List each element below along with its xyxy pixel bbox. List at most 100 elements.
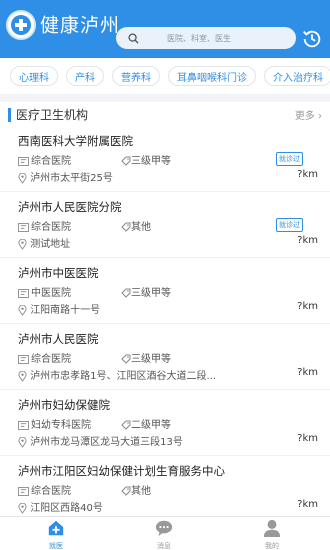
hospital-level: 三级甲等 [121, 284, 171, 299]
hospital-type-icon [18, 222, 29, 232]
level-tag-icon [121, 222, 131, 232]
hospital-type-label: 综合医院 [31, 156, 71, 167]
more-link[interactable]: 更多 › [295, 107, 322, 122]
hospital-distance: ?km [297, 169, 318, 180]
hospital-distance: ?km [297, 499, 318, 510]
hospital-meta: 综合医院 三级甲等 [18, 350, 318, 365]
hospital-level: 其他 [121, 482, 151, 497]
hospital-type-icon [18, 288, 29, 298]
section-header: 医疗卫生机构 更多 › [0, 102, 330, 126]
hospital-location: 测试地址 ?km [18, 235, 318, 250]
search-bar[interactable]: 医院、科室、医生 [116, 27, 296, 49]
hospital-list-item[interactable]: 泸州市中医医院中医医院 三级甲等 江阳南路十一号 ?km [0, 258, 330, 324]
hospital-address-text: 江阳区西路40号 [30, 503, 103, 514]
location-pin-icon [18, 172, 27, 184]
chat-bubble-icon [155, 520, 173, 537]
hospital-name: 泸州市中医医院 [18, 266, 99, 280]
hospital-level-label: 二级甲等 [131, 420, 171, 431]
level-tag-icon [121, 156, 131, 166]
nav-item-messages[interactable]: 消息 [134, 519, 194, 550]
department-tags: 心理科 产科 营养科 耳鼻咽喉科门诊 介入治疗科 [0, 58, 330, 94]
tag-department[interactable]: 心理科 [10, 66, 58, 86]
hospital-address-text: 测试地址 [30, 239, 71, 250]
hospital-type-label: 中医医院 [31, 288, 71, 299]
hospital-level-label: 其他 [131, 222, 151, 233]
hospital-name: 泸州市人民医院 [18, 332, 99, 346]
hospital-level: 二级甲等 [121, 416, 171, 431]
hospital-type: 综合医院 [18, 350, 71, 365]
hospital-list-item[interactable]: 泸州市人民医院分院综合医院 其他 就诊过 测试地址 ?km [0, 192, 330, 258]
level-tag-icon [121, 354, 131, 364]
tag-department[interactable]: 耳鼻咽喉科门诊 [168, 66, 256, 86]
location-pin-icon [18, 436, 27, 448]
level-tag-icon [121, 486, 131, 496]
hospital-level-label: 三级甲等 [131, 288, 171, 299]
hospital-address-text: 泸州市龙马潭区龙马大道三段13号 [30, 437, 183, 448]
hospital-meta: 综合医院 其他 就诊过 [18, 218, 318, 233]
hospital-type: 综合医院 [18, 482, 71, 497]
hospital-distance: ?km [297, 433, 318, 444]
nav-item-profile[interactable]: 我的 [242, 519, 302, 550]
location-pin-icon [18, 370, 27, 382]
hospital-distance: ?km [297, 367, 318, 378]
hospital-type-icon [18, 354, 29, 364]
location-pin-icon [18, 502, 27, 514]
nav-item-medical[interactable]: 就医 [26, 519, 86, 550]
hospital-location: 泸州市龙马潭区龙马大道三段13号 ?km [18, 433, 318, 448]
location-pin-icon [18, 238, 27, 250]
app-header: 健康泸州 医院、科室、医生 [0, 0, 330, 58]
hospital-list: 西南医科大学附属医院 综合医院 三级甲等 就诊过 泸州市太平街25号 ?km 泸州市人民医… [0, 126, 330, 516]
hospital-level-label: 三级甲等 [131, 156, 171, 167]
hospital-address: 测试地址 [18, 235, 70, 250]
hospital-address: 泸州市忠孝路1号、江阳区酒谷大道二段... [18, 367, 216, 382]
hospital-list-item[interactable]: 泸州市江阳区妇幼保健计划生育服务中心综合医院 其他 江阳区西路40号 ?km [0, 456, 330, 516]
hospital-address: 泸州市龙马潭区龙马大道三段13号 [18, 433, 183, 448]
hospital-distance: ?km [297, 235, 318, 246]
hospital-type-icon [18, 156, 29, 166]
hospital-name: 泸州市人民医院分院 [18, 200, 122, 214]
search-icon [128, 32, 139, 44]
location-pin-icon [18, 304, 27, 316]
hospital-level-label: 三级甲等 [131, 354, 171, 365]
hospital-list-item[interactable]: 西南医科大学附属医院综合医院 三级甲等 就诊过 泸州市太平街25号 ?km [0, 126, 330, 192]
nav-label: 就医 [49, 542, 63, 550]
tag-department[interactable]: 介入治疗科 [264, 66, 330, 86]
hospital-name: 西南医科大学附属医院 [18, 134, 133, 148]
section-title: 医疗卫生机构 [16, 108, 89, 122]
hospital-address: 江阳区西路40号 [18, 499, 103, 514]
nav-label: 消息 [157, 542, 171, 550]
search-placeholder: 医院、科室、医生 [167, 33, 231, 43]
hospital-meta: 综合医院 其他 [18, 482, 318, 497]
hospital-type-label: 综合医院 [31, 486, 71, 497]
home-plus-icon [48, 520, 64, 536]
app-title: 健康泸州 [40, 14, 121, 37]
hospital-level: 三级甲等 [121, 350, 171, 365]
hospital-level-label: 其他 [131, 486, 151, 497]
hospital-type: 中医医院 [18, 284, 71, 299]
level-tag-icon [121, 420, 131, 430]
more-label: 更多 [294, 111, 315, 122]
hospital-type: 综合医院 [18, 218, 71, 233]
hospital-type-label: 综合医院 [31, 222, 71, 233]
tag-department[interactable]: 营养科 [112, 66, 160, 86]
section-accent-bar [8, 108, 11, 122]
hospital-list-item[interactable]: 泸州市妇幼保健院 妇幼专科医院 二级甲等 泸州市龙马潭区龙马大道三段13号 ?km [0, 390, 330, 456]
hospital-type-icon [18, 420, 29, 430]
hospital-location: 泸州市太平街25号 ?km [18, 169, 318, 184]
hospital-list-item[interactable]: 泸州市人民医院综合医院 三级甲等 泸州市忠孝路1号、江阳区酒谷大道二段... ?km [0, 324, 330, 390]
hospital-type-label: 综合医院 [31, 354, 71, 365]
history-icon[interactable] [301, 28, 323, 50]
visited-badge: 就诊过 [276, 218, 303, 232]
hospital-meta: 综合医院 三级甲等 就诊过 [18, 152, 318, 167]
hospital-address-text: 泸州市忠孝路1号、江阳区酒谷大道二段... [30, 371, 217, 382]
visited-badge: 就诊过 [276, 152, 303, 166]
nav-label: 我的 [265, 542, 279, 550]
hospital-location: 江阳南路十一号 ?km [18, 301, 318, 316]
tag-department[interactable]: 产科 [66, 66, 104, 86]
bottom-nav: 就医 消息 我的 [0, 516, 330, 550]
hospital-name: 泸州市江阳区妇幼保健计划生育服务中心 [18, 464, 225, 478]
hospital-address-text: 江阳南路十一号 [30, 305, 101, 316]
hospital-type-label: 妇幼专科医院 [31, 420, 91, 431]
hospital-type-icon [18, 486, 29, 496]
hospital-address: 泸州市太平街25号 [18, 169, 113, 184]
